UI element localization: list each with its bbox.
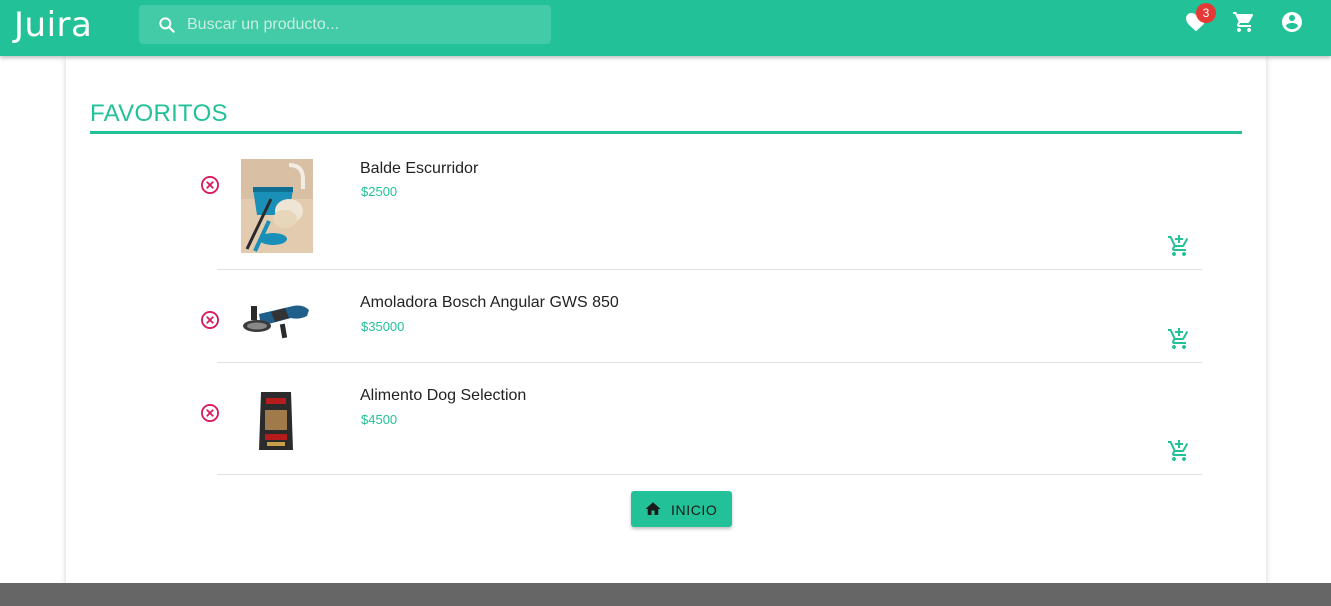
account-button[interactable] — [1280, 10, 1306, 36]
remove-favorite-icon[interactable] — [199, 174, 221, 196]
product-price: $4500 — [361, 412, 398, 427]
favorite-item: Balde Escurridor $2500 — [201, 139, 1202, 270]
search-box — [139, 5, 551, 44]
home-button-label: INICIO — [671, 502, 718, 518]
product-image-angle-grinder[interactable] — [241, 296, 313, 344]
cart-button[interactable] — [1232, 10, 1258, 36]
favorite-item: Alimento Dog Selection $4500 — [201, 363, 1202, 475]
remove-favorite-icon[interactable] — [199, 309, 221, 331]
search-input[interactable] — [187, 5, 542, 44]
title-divider — [90, 131, 1242, 134]
favorite-item: Amoladora Bosch Angular GWS 850 $35000 — [201, 270, 1202, 363]
home-icon — [645, 502, 661, 515]
product-price: $35000 — [361, 319, 405, 334]
add-to-cart-icon[interactable] — [1167, 234, 1191, 258]
footer — [0, 583, 1331, 606]
logo[interactable]: Juira — [14, 4, 92, 46]
product-price: $2500 — [361, 184, 398, 199]
product-name[interactable]: Balde Escurridor — [360, 160, 478, 178]
product-image-mop-bucket[interactable] — [241, 159, 313, 253]
favorites-panel: FAVORITOS Balde Escurridor $2500 Amolado… — [66, 56, 1266, 583]
search-icon — [159, 17, 175, 33]
product-image-dog-food-bag[interactable] — [241, 390, 313, 452]
account-circle-icon — [1282, 12, 1302, 32]
page-title: FAVORITOS — [90, 100, 228, 127]
product-name[interactable]: Amoladora Bosch Angular GWS 850 — [360, 294, 619, 312]
app-bar: Juira 3 — [0, 0, 1331, 56]
add-to-cart-icon[interactable] — [1167, 327, 1191, 351]
home-button[interactable]: INICIO — [631, 491, 732, 527]
favorites-count-badge: 3 — [1196, 3, 1216, 23]
remove-favorite-icon[interactable] — [199, 402, 221, 424]
product-name[interactable]: Alimento Dog Selection — [360, 387, 526, 405]
add-to-cart-icon[interactable] — [1167, 439, 1191, 463]
shopping-cart-icon — [1233, 12, 1253, 32]
favorites-button[interactable]: 3 — [1184, 3, 1216, 36]
